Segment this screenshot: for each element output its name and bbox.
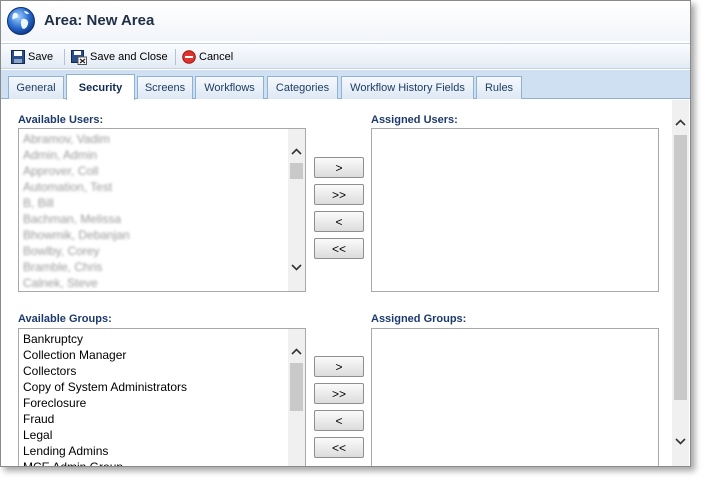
list-item[interactable]: Copy of System Administrators — [23, 379, 305, 395]
security-panel: Available Users: Assigned Users: Abramov… — [1, 100, 690, 466]
assigned-groups-label: Assigned Groups: — [371, 313, 467, 325]
available-users-scrollbar[interactable] — [288, 129, 305, 291]
add-user-button[interactable]: > — [314, 157, 364, 178]
list-item[interactable]: Fraud — [23, 411, 305, 427]
globe-icon — [7, 7, 35, 35]
list-item[interactable]: Collection Manager — [23, 347, 305, 363]
tab-label: Workflow History Fields — [350, 82, 465, 94]
scroll-up-icon[interactable] — [672, 114, 689, 131]
cancel-icon — [182, 50, 196, 64]
tab-rules[interactable]: Rules — [476, 76, 522, 99]
title-bar: Area: New Area — [1, 1, 690, 41]
add-all-users-button[interactable]: >> — [314, 184, 364, 205]
list-item[interactable]: MCE Admin Group — [23, 459, 305, 466]
area-editor-window: Area: New Area Save Save and Close Cance… — [0, 0, 691, 467]
remove-all-users-button[interactable]: << — [314, 238, 364, 259]
list-item[interactable]: Bramble, Chris — [23, 259, 305, 275]
save-button[interactable]: Save — [11, 48, 53, 66]
list-item[interactable]: Bankruptcy — [23, 331, 305, 347]
page-scrollbar[interactable] — [672, 100, 689, 466]
list-item[interactable]: Bachman, Melissa — [23, 211, 305, 227]
scroll-down-icon[interactable] — [672, 433, 689, 450]
scroll-up-icon[interactable] — [288, 143, 305, 160]
tab-workflow-history-fields[interactable]: Workflow History Fields — [341, 76, 474, 99]
save-label: Save — [28, 51, 54, 63]
add-group-button[interactable]: > — [314, 356, 364, 377]
scroll-thumb[interactable] — [290, 363, 303, 411]
list-item[interactable]: Calnek, Steve — [23, 275, 305, 291]
available-groups-label: Available Groups: — [18, 313, 112, 325]
page-scroll-thumb[interactable] — [674, 135, 687, 400]
scroll-down-icon[interactable] — [288, 259, 305, 276]
scroll-up-icon[interactable] — [288, 343, 305, 360]
add-all-groups-button[interactable]: >> — [314, 383, 364, 404]
window-title: Area: New Area — [44, 12, 155, 29]
tab-strip: General Security Screens Workflows Categ… — [1, 70, 690, 100]
available-groups-scrollbar[interactable] — [288, 329, 305, 466]
floppy-disk-icon — [11, 50, 25, 64]
tab-label: Security — [78, 81, 123, 94]
assigned-users-list[interactable] — [371, 128, 659, 292]
list-item[interactable]: B, Bill — [23, 195, 305, 211]
tab-label: Categories — [275, 82, 330, 94]
assigned-users-label: Assigned Users: — [371, 114, 458, 126]
list-item[interactable]: Lending Admins — [23, 443, 305, 459]
remove-all-groups-button[interactable]: << — [314, 437, 364, 458]
available-users-list[interactable]: Abramov, Vadim Admin, Admin Approver, Coll… — [18, 128, 306, 292]
tab-label: Workflows — [204, 82, 255, 94]
save-and-close-button[interactable]: Save and Close — [71, 48, 168, 66]
tab-security[interactable]: Security — [66, 74, 135, 100]
scroll-thumb[interactable] — [290, 163, 303, 179]
list-item[interactable]: Bowlby, Corey — [23, 243, 305, 259]
list-item[interactable]: Collectors — [23, 363, 305, 379]
available-users-label: Available Users: — [18, 114, 104, 126]
available-groups-list[interactable]: Bankruptcy Collection Manager Collectors Co… — [18, 328, 306, 466]
tab-label: Rules — [484, 82, 514, 94]
list-item[interactable]: Bhowmik, Debanjan — [23, 227, 305, 243]
save-and-close-label: Save and Close — [90, 51, 168, 63]
tab-label: Screens — [144, 82, 186, 94]
list-item[interactable]: Admin, Admin — [23, 147, 305, 163]
list-item[interactable]: Automation, Test — [23, 179, 305, 195]
remove-user-button[interactable]: < — [314, 211, 364, 232]
cancel-button[interactable]: Cancel — [182, 48, 233, 66]
list-item[interactable]: Abramov, Vadim — [23, 131, 305, 147]
remove-group-button[interactable]: < — [314, 410, 364, 431]
cancel-label: Cancel — [199, 51, 234, 63]
list-item[interactable]: Approver, Coll — [23, 163, 305, 179]
tab-general[interactable]: General — [8, 76, 64, 99]
tab-screens[interactable]: Screens — [137, 76, 193, 99]
save-close-icon — [71, 49, 87, 65]
toolbar: Save Save and Close Cancel — [1, 43, 690, 69]
list-item[interactable]: Legal — [23, 427, 305, 443]
tab-categories[interactable]: Categories — [267, 76, 338, 99]
list-item[interactable]: Foreclosure — [23, 395, 305, 411]
tab-label: General — [16, 82, 56, 94]
tab-workflows[interactable]: Workflows — [195, 76, 264, 99]
assigned-groups-list[interactable] — [371, 328, 659, 466]
